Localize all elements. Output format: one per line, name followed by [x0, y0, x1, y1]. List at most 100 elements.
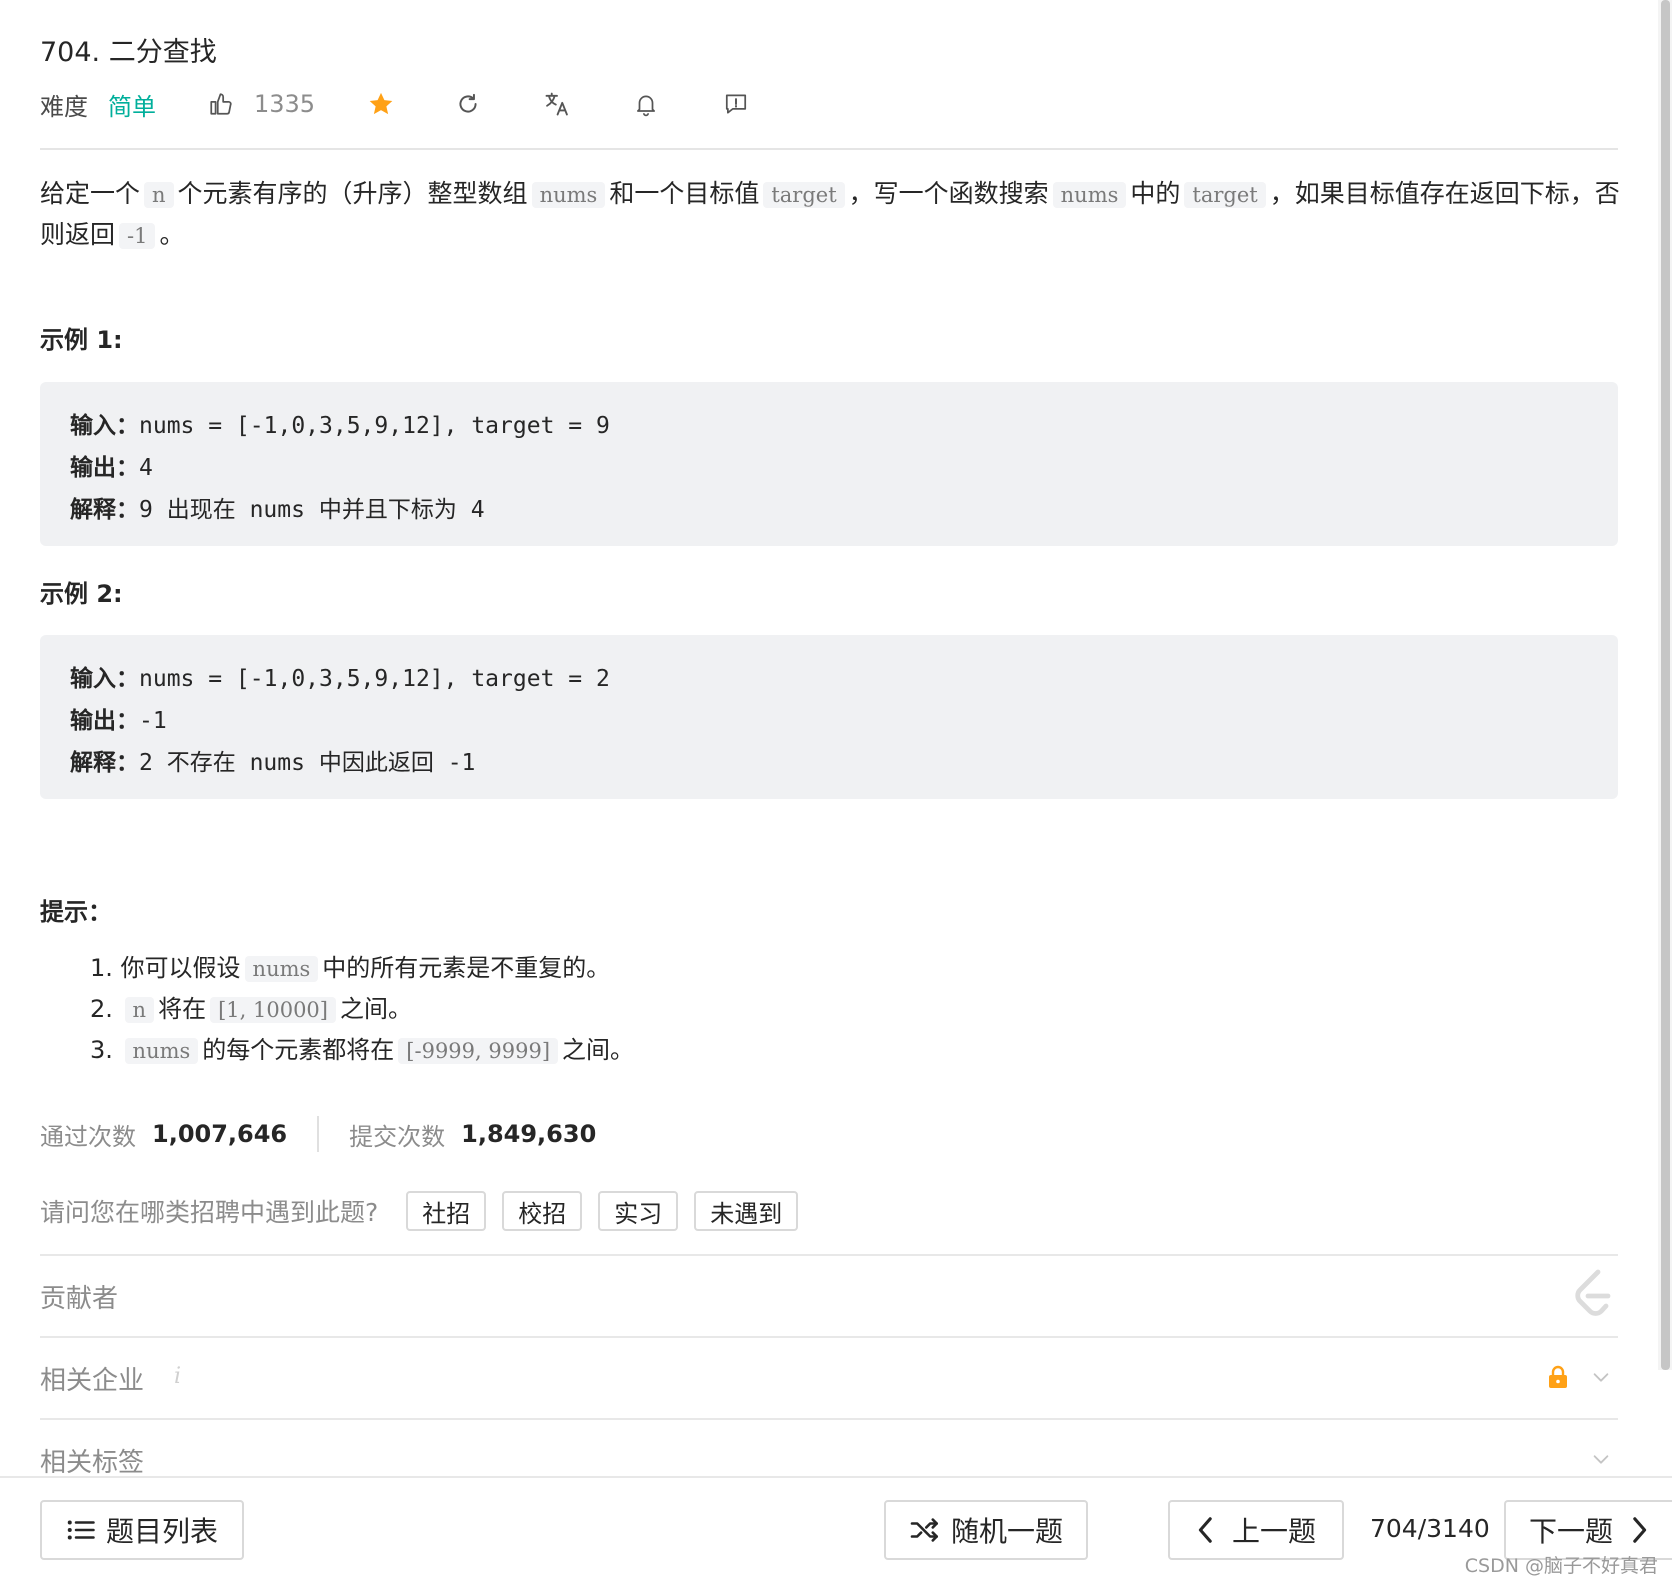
like-count: 1335 [254, 90, 316, 118]
refresh-button[interactable] [455, 86, 481, 122]
example-1-explain: 解释：9 出现在 nums 中并且下标为 4 [70, 490, 485, 524]
feedback-button[interactable] [723, 86, 749, 122]
leetcode-logo-icon [1575, 1269, 1611, 1316]
example-2-input: 输入：nums = [-1,0,3,5,9,12], target = 2 [70, 659, 610, 693]
header-divider [40, 148, 1618, 150]
explain-label: 解释： [70, 750, 139, 776]
recruit-question: 请问您在哪类招聘中遇到此题? [40, 1198, 379, 1227]
output-value: -1 [139, 708, 167, 734]
explain-part: 出现在 [166, 497, 236, 523]
submission-stats: 通过次数 1,007,646 提交次数 1,849,630 [40, 1114, 596, 1154]
hint-text: 你可以假设 [120, 954, 241, 982]
example-2-heading: 示例 2: [40, 580, 123, 608]
random-problem-label: 随机一题 [950, 1515, 1063, 1548]
explain-part: 9 [139, 497, 153, 523]
input-value: nums = [-1,0,3,5,9,12], target = 2 [139, 666, 610, 692]
hint-text: 将在 [158, 995, 207, 1023]
next-problem-label: 下一题 [1528, 1515, 1613, 1548]
chevron-down-icon[interactable] [1590, 1366, 1612, 1388]
hint-text: 中的所有元素是不重复的。 [322, 954, 611, 982]
example-1-output: 输出：4 [70, 448, 153, 482]
like-button[interactable] [208, 86, 234, 122]
info-icon: i [174, 1364, 182, 1389]
accepted-count: 1,007,646 [152, 1120, 288, 1148]
inline-code: n [144, 182, 174, 208]
submitted-label: 提交次数 [349, 1122, 446, 1151]
hint-number: 2. [90, 995, 113, 1023]
problem-list-label: 题目列表 [105, 1515, 218, 1548]
recruit-option-social[interactable]: 社招 [406, 1191, 487, 1231]
list-icon [67, 1520, 95, 1540]
recruit-option-campus[interactable]: 校招 [502, 1191, 583, 1231]
bottom-toolbar: 题目列表 随机一题 上一题 704/3140 下一题 CSDN @脑子不好真君 [0, 1476, 1672, 1586]
recruit-option-none[interactable]: 未遇到 [694, 1191, 799, 1231]
hint-number: 1. [90, 954, 113, 982]
contributors-section[interactable]: 贡献者 [40, 1254, 1618, 1336]
explain-part: 4 [470, 497, 485, 523]
desc-text: 中的 [1130, 179, 1181, 208]
scrollbar-thumb[interactable] [1661, 0, 1670, 1370]
problem-list-button[interactable]: 题目列表 [40, 1500, 244, 1560]
companies-section[interactable]: 相关企业 i [40, 1336, 1618, 1418]
output-value: 4 [139, 455, 153, 481]
problem-pager: 704/3140 [1370, 1514, 1490, 1543]
bell-icon [637, 95, 656, 117]
explain-part: 中因此返回 [318, 750, 434, 776]
star-icon [369, 92, 393, 115]
hints-heading: 提示： [40, 898, 112, 926]
explain-part: 不存在 [166, 750, 236, 776]
problem-meta-bar: 难度 简单 1335 [40, 86, 749, 122]
example-1-block: 输入：nums = [-1,0,3,5,9,12], target = 9 输出… [40, 382, 1618, 546]
input-label: 输入： [70, 666, 139, 692]
subscribe-button[interactable] [633, 86, 659, 122]
inline-code: nums [124, 1038, 199, 1064]
thumbs-up-icon [210, 93, 232, 115]
refresh-icon [459, 93, 477, 113]
hint-text: 之间。 [339, 995, 412, 1023]
output-label: 输出： [70, 455, 139, 481]
inline-code: target [763, 182, 845, 208]
prev-problem-button[interactable]: 上一题 [1168, 1500, 1344, 1560]
lock-icon [1549, 1365, 1567, 1388]
difficulty-label: 难度 [40, 92, 88, 121]
desc-text: 给定一个 [40, 179, 141, 208]
desc-text: 。 [159, 220, 185, 249]
inline-code: -1 [119, 223, 156, 249]
desc-text: ，写一个函数搜索 [848, 179, 1049, 208]
tags-label: 相关标签 [40, 1448, 145, 1478]
watermark: CSDN @脑子不好真君 [1464, 1555, 1658, 1577]
chevron-left-icon [1198, 1517, 1212, 1543]
chevron-down-icon[interactable] [1590, 1448, 1612, 1470]
companies-label: 相关企业 [40, 1366, 145, 1396]
accepted-label: 通过次数 [40, 1122, 136, 1151]
inline-code: [-9999, 9999] [398, 1038, 559, 1064]
explain-part: -1 [447, 750, 476, 776]
inline-code: nums [1052, 182, 1127, 208]
hint-number: 3. [90, 1036, 113, 1064]
translate-button[interactable] [543, 86, 571, 122]
difficulty-badge: 简单 [108, 92, 156, 121]
chevron-right-icon [1633, 1517, 1647, 1543]
example-2-block: 输入：nums = [-1,0,3,5,9,12], target = 2 输出… [40, 635, 1618, 799]
shuffle-icon [910, 1518, 938, 1542]
explain-part: nums [249, 750, 305, 776]
hint-item: 2. n 将在 [1, 10000] 之间。 [90, 989, 634, 1030]
example-2-output: 输出：-1 [70, 701, 167, 735]
input-value: nums = [-1,0,3,5,9,12], target = 9 [139, 413, 610, 439]
example-2-explain: 解释：2 不存在 nums 中因此返回 -1 [70, 743, 475, 777]
explain-label: 解释： [70, 497, 139, 523]
explain-part: nums [249, 497, 305, 523]
desc-text: 个元素有序的（升序）整型数组 [177, 179, 528, 208]
hint-item: 1. 你可以假设 nums 中的所有元素是不重复的。 [90, 948, 634, 989]
translate-icon [545, 92, 568, 116]
explain-part: 中并且下标为 [318, 497, 457, 523]
inline-code: nums [244, 956, 319, 982]
favorite-button[interactable] [367, 86, 395, 122]
hint-text: 之间。 [562, 1036, 635, 1064]
hint-text: 的每个元素都将在 [202, 1036, 395, 1064]
feedback-icon [726, 94, 747, 114]
page-title: 704. 二分查找 [40, 37, 217, 68]
recruit-option-intern[interactable]: 实习 [598, 1191, 679, 1231]
random-problem-button[interactable]: 随机一题 [884, 1500, 1088, 1560]
recruit-survey: 请问您在哪类招聘中遇到此题? 社招 校招 实习 未遇到 [40, 1190, 814, 1232]
